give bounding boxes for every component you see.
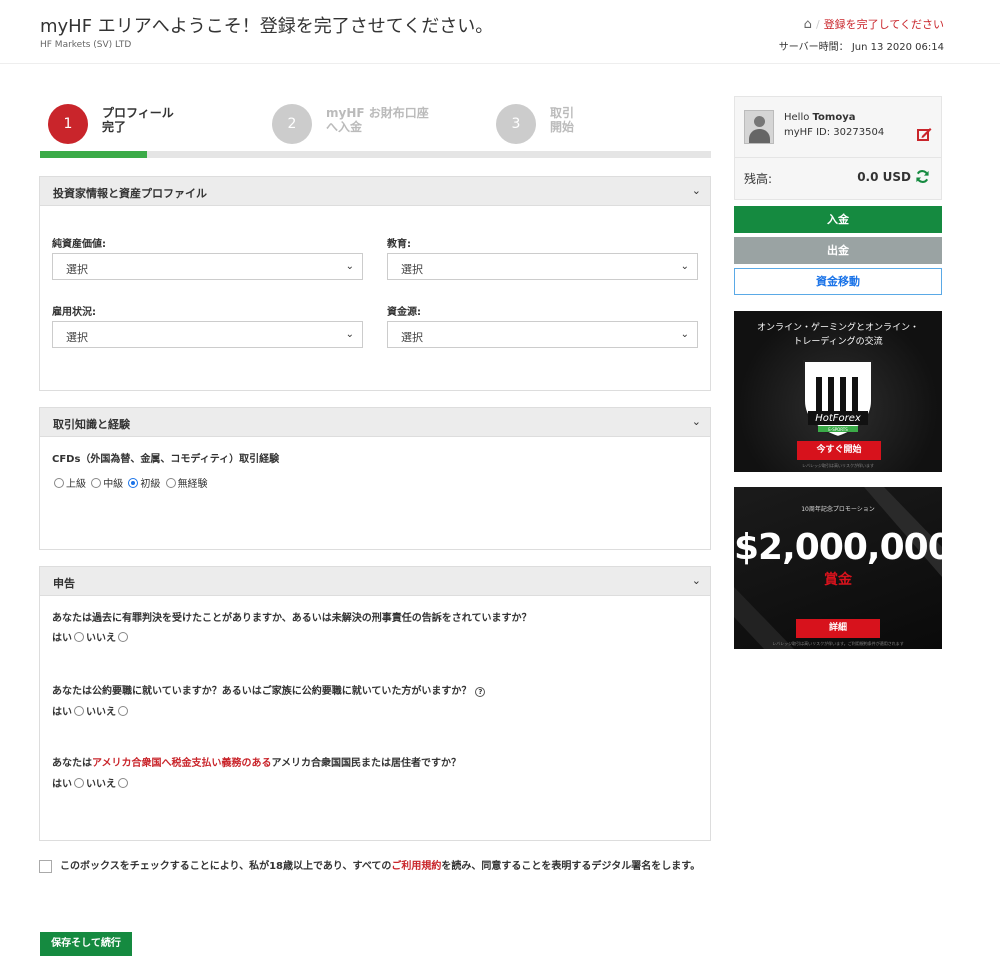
radio-no[interactable] xyxy=(118,632,128,642)
username: Tomoya xyxy=(812,112,856,123)
chevron-down-icon: ⌄ xyxy=(345,329,354,340)
radio-yes[interactable] xyxy=(74,632,84,642)
transfer-button[interactable]: 資金移動 xyxy=(734,268,942,295)
radio-beginner[interactable] xyxy=(128,478,139,488)
step-label: 取引 開始 xyxy=(550,106,575,134)
panel-title: 申告 xyxy=(53,577,75,590)
source-of-funds-label: 資金源: xyxy=(387,307,421,318)
details-button[interactable]: 詳細 xyxy=(796,619,880,638)
step-number: 2 xyxy=(272,104,312,144)
balance-label: 残高: xyxy=(744,172,773,186)
registration-stepper: 1 プロフィール 完了 2 myHF お財布口座 へ入金 3 取引 開始 xyxy=(40,96,711,160)
withdraw-button[interactable]: 出金 xyxy=(734,237,942,264)
investor-profile-panel: 投資家情報と資産プロファイル ⌄ 純資産価値: 選択 ⌄ 教育: 選択 ⌄ 雇用状況… xyxy=(39,176,711,391)
us-tax-link[interactable]: アメリカ合衆国へ税金支払い義務のある xyxy=(92,758,272,769)
step-label: myHF お財布口座 へ入金 xyxy=(326,106,429,134)
prize-amount: $2,000,000 xyxy=(734,527,942,568)
start-now-button[interactable]: 今すぐ開始 xyxy=(797,441,881,460)
balance-value: 0.0 USD xyxy=(857,170,911,184)
breadcrumb: ⌂ / 登録を完了してください xyxy=(803,17,944,32)
panel-header[interactable]: 投資家情報と資産プロファイル ⌄ xyxy=(40,177,710,206)
user-card: Hello Tomoya myHF ID: 30273504 残高: 0.0 U… xyxy=(734,96,942,200)
declaration-panel: 申告 ⌄ あなたは過去に有罪判決を受けたことがありますか、あるいは未解決の刑事責… xyxy=(39,566,711,841)
page-header: myHF エリアへようこそ！登録を完了させてください。 HF Markets (… xyxy=(0,0,1000,64)
greeting: Hello Tomoya xyxy=(784,112,856,123)
company-name: HF Markets (SV) LTD xyxy=(40,40,132,50)
employment-select[interactable]: 選択 ⌄ xyxy=(52,321,363,348)
home-icon[interactable]: ⌂ xyxy=(804,17,812,32)
net-worth-select[interactable]: 選択 ⌄ xyxy=(52,253,363,280)
pep-options: はい いいえ xyxy=(52,703,130,718)
step-deposit: 2 myHF お財布口座 へ入金 xyxy=(264,104,464,148)
chevron-down-icon[interactable]: ⌄ xyxy=(692,184,701,197)
chevron-down-icon[interactable]: ⌄ xyxy=(692,415,701,428)
radio-yes[interactable] xyxy=(74,778,84,788)
chevron-down-icon: ⌄ xyxy=(680,261,689,272)
step-trade: 3 取引 開始 xyxy=(488,104,688,148)
chevron-down-icon: ⌄ xyxy=(680,329,689,340)
cfd-experience-options: 上級 中級 初級 無経験 xyxy=(52,475,208,490)
chevron-down-icon: ⌄ xyxy=(345,261,354,272)
edit-icon[interactable] xyxy=(917,127,932,141)
panel-header[interactable]: 取引知識と経験 ⌄ xyxy=(40,408,710,437)
cfd-experience-question: CFDs（外国為替、金属、コモディティ）取引経験 xyxy=(52,454,280,465)
save-continue-button[interactable]: 保存そして続行 xyxy=(40,932,132,956)
svg-text:HotForex: HotForex xyxy=(815,413,861,424)
breadcrumb-current: 登録を完了してください xyxy=(823,18,944,31)
esports-banner[interactable]: オンライン・ゲーミングとオンライン・ トレーディングの交流 HotForex E-… xyxy=(734,311,942,472)
pep-question: あなたは公約要職に就いていますか？あるいはご家族に公約要職に就いていた方がいます… xyxy=(52,682,486,697)
chevron-down-icon[interactable]: ⌄ xyxy=(692,574,701,587)
employment-label: 雇用状況: xyxy=(52,307,96,318)
deposit-button[interactable]: 入金 xyxy=(734,206,942,233)
radio-no[interactable] xyxy=(118,706,128,716)
panel-header[interactable]: 申告 ⌄ xyxy=(40,567,710,596)
step-label: プロフィール 完了 xyxy=(102,106,174,134)
server-time: サーバー時間： Jun 13 2020 06:14 xyxy=(778,42,944,53)
progress-fill xyxy=(40,151,148,158)
step-number: 1 xyxy=(48,104,88,144)
consent-text: このボックスをチェックすることにより、私が18歳以上であり、すべてのご利用規約を… xyxy=(60,861,701,872)
panel-title: 取引知識と経験 xyxy=(53,418,130,431)
user-id: myHF ID: 30273504 xyxy=(784,127,885,138)
svg-text:E-SPORTS: E-SPORTS xyxy=(828,427,848,432)
consent-checkbox[interactable] xyxy=(39,860,52,873)
santos-crest-icon: HotForex E-SPORTS xyxy=(803,360,873,439)
radio-advanced[interactable] xyxy=(54,478,64,488)
terms-link[interactable]: ご利用規約 xyxy=(391,861,441,872)
criminal-options: はい いいえ xyxy=(52,629,130,644)
education-label: 教育: xyxy=(387,239,411,250)
radio-no-experience[interactable] xyxy=(165,478,176,488)
refresh-icon[interactable] xyxy=(915,169,930,184)
net-worth-label: 純資産価値: xyxy=(52,239,106,250)
anniversary-banner[interactable]: 10周年記念プロモーション $2,000,000 賞金 詳細 レバレッジ取引は高… xyxy=(734,487,942,649)
progress-bar xyxy=(40,151,711,158)
us-tax-options: はい いいえ xyxy=(52,775,130,790)
source-of-funds-select[interactable]: 選択 ⌄ xyxy=(387,321,698,348)
education-select[interactable]: 選択 ⌄ xyxy=(387,253,698,280)
page-title: myHF エリアへようこそ！登録を完了させてください。 xyxy=(40,16,494,37)
header-right: ⌂ / 登録を完了してください サーバー時間： Jun 13 2020 06:14 xyxy=(779,16,944,53)
us-tax-question: あなたはアメリカ合衆国へ税金支払い義務のあるアメリカ合衆国国民または居住者ですか… xyxy=(52,758,461,769)
radio-intermediate[interactable] xyxy=(91,478,102,488)
help-icon[interactable]: ? xyxy=(475,687,486,697)
step-number: 3 xyxy=(496,104,536,144)
trading-knowledge-panel: 取引知識と経験 ⌄ CFDs（外国為替、金属、コモディティ）取引経験 上級 中級… xyxy=(39,407,711,550)
panel-title: 投資家情報と資産プロファイル xyxy=(53,187,207,200)
radio-yes[interactable] xyxy=(74,706,84,716)
radio-no[interactable] xyxy=(118,778,128,788)
step-profile: 1 プロフィール 完了 xyxy=(40,104,240,148)
criminal-question: あなたは過去に有罪判決を受けたことがありますか、あるいは未解決の刑事責任の告訴を… xyxy=(52,613,532,624)
avatar xyxy=(744,110,774,144)
